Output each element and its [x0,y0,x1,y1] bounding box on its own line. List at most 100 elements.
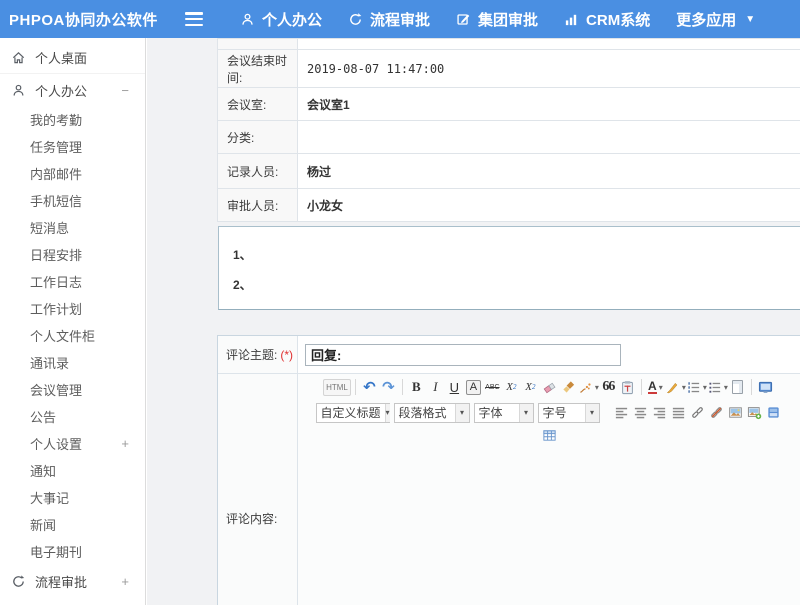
nav-crm[interactable]: CRM系统 [551,0,663,38]
nav-workflow-approval[interactable]: 流程审批 [335,0,443,38]
sidebar-item-label: 通知 [30,461,56,480]
clean-format-icon[interactable] [559,377,578,397]
fullscreen-icon[interactable] [756,377,775,397]
font-family-select[interactable]: 字体▾ [474,403,534,423]
format-paint-icon[interactable]: ▾ [578,377,599,397]
font-color-glyph: A [648,381,657,394]
sidebar-item-personal-files[interactable]: 个人文件柜 [0,322,145,349]
insert-media-icon[interactable] [764,403,783,423]
expand-icon[interactable]: + [121,574,129,589]
sidebar-item-label: 工作日志 [30,272,82,291]
caret-down-icon: ▾ [455,404,469,422]
nav-group-approval[interactable]: 集团审批 [443,0,551,38]
ordered-list-icon[interactable]: ▾ [686,377,707,397]
sidebar-item-short-message[interactable]: 短消息 [0,214,145,241]
comment-content-label: 评论内容: [218,374,298,605]
comment-subject-input[interactable] [305,344,621,366]
expand-icon[interactable]: + [121,436,129,451]
align-left-icon[interactable] [612,403,631,423]
heading-select[interactable]: 自定义标题▾ [316,403,390,423]
sidebar-item-personal-office[interactable]: 个人办公 − [0,74,145,106]
field-label: 评论内容: [226,510,277,527]
content-line: 2、 [233,270,800,300]
field-label: 记录人员: [218,154,298,189]
comment-content-row: 评论内容: HTML ↶ ↷ B I U A ABC X2 X2 [218,374,800,605]
sidebar-item-e-journal[interactable]: 电子期刊 [0,538,145,565]
sidebar-item-label: 新闻 [30,515,56,534]
net-image-icon[interactable] [745,403,764,423]
subscript-icon[interactable]: X2 [521,377,540,397]
required-mark: (*) [280,348,293,362]
sidebar-item-contacts[interactable]: 通讯录 [0,349,145,376]
sidebar-item-label: 电子期刊 [30,542,82,561]
bold-icon[interactable]: B [407,377,426,397]
unordered-list-icon[interactable]: ▾ [707,377,728,397]
font-color-icon[interactable]: A▾ [646,377,665,397]
sidebar-item-work-plan[interactable]: 工作计划 [0,295,145,322]
sidebar-item-meeting-management[interactable]: 会议管理 [0,376,145,403]
align-right-icon[interactable] [650,403,669,423]
sidebar-item-news[interactable]: 新闻 [0,511,145,538]
strikethrough-icon[interactable]: ABC [483,377,502,397]
hamburger-icon[interactable] [185,12,203,26]
align-center-icon[interactable] [631,403,650,423]
editor-toolbar-row-3 [537,425,562,446]
script-base: X [525,381,532,393]
page-glyph [732,380,743,394]
collapse-icon[interactable]: − [121,83,129,98]
sidebar-item-personal-settings[interactable]: 个人设置 + [0,430,145,457]
table-row-category: 分类: [218,121,800,154]
sidebar-item-label: 公告 [30,407,56,426]
caret-down-icon: ▾ [385,404,390,422]
align-justify-icon[interactable] [669,403,688,423]
sidebar-item-label: 我的考勤 [30,110,82,129]
sidebar-item-label: 通讯录 [30,353,69,372]
sidebar-item-workflow-approval[interactable]: 流程审批 + [0,565,145,597]
table-row-recorder: 记录人员: 杨过 [218,154,800,189]
nav-more-apps[interactable]: 更多应用 ▼ [663,0,768,38]
superscript-icon[interactable]: X2 [502,377,521,397]
highlight-color-icon[interactable]: ▾ [665,377,686,397]
table-row-partial [218,39,800,50]
paragraph-format-select[interactable]: 段落格式▾ [394,403,470,423]
meeting-content-box: 1、 2、 [218,226,800,310]
italic-icon[interactable]: I [426,377,445,397]
sidebar-item-work-log[interactable]: 工作日志 [0,268,145,295]
insert-table-icon[interactable] [540,426,559,446]
editor-toolbar-row-1: HTML ↶ ↷ B I U A ABC X2 X2 ▾ 66 [320,374,778,400]
boxed-a-glyph: A [466,380,481,395]
source-code-button[interactable]: HTML [323,379,351,396]
font-size-select[interactable]: 字号▾ [538,403,600,423]
sidebar-item-schedule[interactable]: 日程安排 [0,241,145,268]
underline-icon[interactable]: U [445,377,464,397]
field-label: 审批人员: [218,189,298,222]
new-page-icon[interactable] [728,377,747,397]
sidebar-item-announcement[interactable]: 公告 [0,403,145,430]
font-style-icon[interactable]: A [464,377,483,397]
sidebar-item-internal-mail[interactable]: 内部邮件 [0,160,145,187]
sidebar-item-label: 日程安排 [30,245,82,264]
nav-personal-office[interactable]: 个人办公 [227,0,335,38]
field-value [298,121,800,154]
editor-toolbar-row-2: 自定义标题▾ 段落格式▾ 字体▾ 字号▾ [313,400,786,425]
insert-image-icon[interactable] [726,403,745,423]
app-logo[interactable]: PHPOA协同办公软件 [0,9,185,30]
table-row-approver: 审批人员: 小龙女 [218,189,800,222]
sidebar-item-task-management[interactable]: 任务管理 [0,133,145,160]
sidebar-item-personal-desktop[interactable]: 个人桌面 [0,42,145,74]
comment-subject-row: 评论主题: (*) [218,336,800,374]
toolbar-separator [751,379,752,395]
link-icon[interactable] [688,403,707,423]
undo-icon[interactable]: ↶ [360,377,379,397]
user-icon [240,12,255,27]
sidebar-item-major-events[interactable]: 大事记 [0,484,145,511]
blockquote-icon[interactable]: 66 [599,377,618,397]
sidebar-item-my-attendance[interactable]: 我的考勤 [0,106,145,133]
paste-from-word-icon[interactable] [618,377,637,397]
unlink-icon[interactable] [707,403,726,423]
sidebar-item-notice[interactable]: 通知 [0,457,145,484]
sidebar-item-sms[interactable]: 手机短信 [0,187,145,214]
eraser-icon[interactable] [540,377,559,397]
caret-down-icon: ▼ [745,14,755,25]
redo-icon[interactable]: ↷ [379,377,398,397]
